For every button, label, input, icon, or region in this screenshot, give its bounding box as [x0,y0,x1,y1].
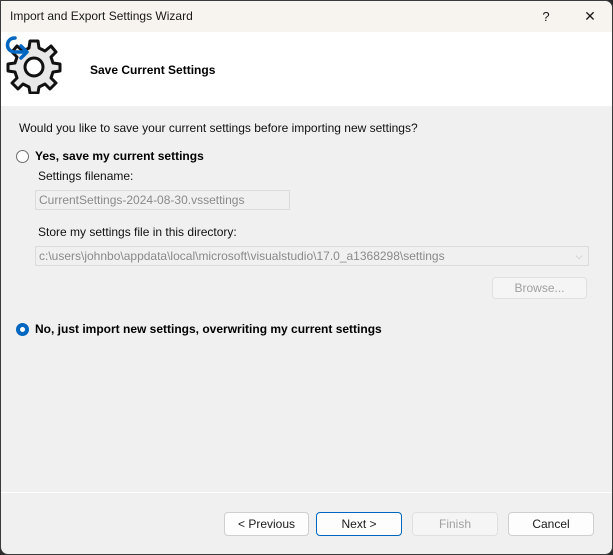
radio-save-settings[interactable]: Yes, save my current settings [16,149,204,163]
filename-label: Settings filename: [38,169,134,183]
previous-label: < Previous [237,517,296,531]
directory-combobox[interactable]: c:\users\johnbo\appdata\local\microsoft\… [35,246,589,266]
next-label: Next > [341,517,377,531]
question-text: Would you like to save your current sett… [19,121,418,135]
wizard-header: Save Current Settings [1,32,612,106]
filename-input[interactable]: CurrentSettings-2024-08-30.vssettings [35,190,290,210]
radio-label: Yes, save my current settings [35,149,204,163]
browse-button[interactable]: Browse... [492,277,587,299]
help-icon: ? [542,9,550,24]
close-icon: ✕ [584,8,596,24]
directory-value: c:\users\johnbo\appdata\local\microsoft\… [39,249,445,263]
filename-value: CurrentSettings-2024-08-30.vssettings [39,193,245,207]
help-button[interactable]: ? [523,1,569,32]
finish-button[interactable]: Finish [412,512,498,536]
browse-label: Browse... [514,281,565,295]
previous-button[interactable]: < Previous [224,512,309,536]
radio-button-unchecked[interactable] [16,149,29,163]
chevron-down-icon[interactable]: ⌵ [570,247,588,265]
cancel-button[interactable]: Cancel [508,512,594,536]
radio-button-checked[interactable] [16,322,29,336]
title-bar[interactable]: Import and Export Settings Wizard ? ✕ [1,1,612,32]
wizard-window: Import and Export Settings Wizard ? ✕ Sa… [0,0,613,555]
radio-import-only[interactable]: No, just import new settings, overwritin… [16,322,382,336]
cancel-label: Cancel [532,517,570,531]
settings-gear-with-arrow-icon [5,36,62,94]
page-title: Save Current Settings [90,63,216,77]
footer-divider [1,492,612,493]
finish-label: Finish [438,517,471,531]
directory-label: Store my settings file in this directory… [38,225,237,239]
next-button[interactable]: Next > [316,512,402,536]
wizard-content: Would you like to save your current sett… [1,106,612,491]
radio-label: No, just import new settings, overwritin… [35,322,382,336]
window-title: Import and Export Settings Wizard [10,9,193,23]
close-button[interactable]: ✕ [567,1,612,32]
